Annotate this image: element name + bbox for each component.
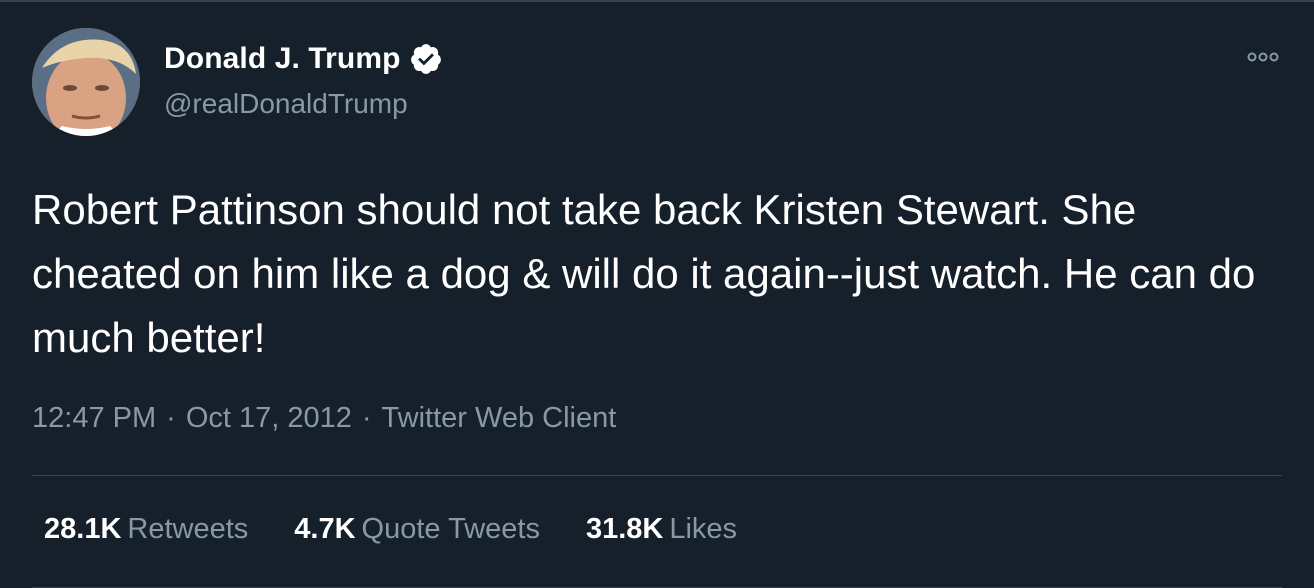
quote-tweets-stat[interactable]: 4.7K Quote Tweets (294, 513, 540, 546)
retweets-label: Retweets (127, 513, 249, 545)
author-handle[interactable]: @realDonaldTrump (164, 88, 408, 120)
meta-separator: · (166, 402, 176, 434)
quote-tweets-label: Quote Tweets (361, 513, 540, 545)
retweets-stat[interactable]: 28.1K Retweets (44, 513, 248, 546)
divider (32, 475, 1282, 476)
likes-label: Likes (669, 513, 738, 545)
tweet-date[interactable]: Oct 17, 2012 (186, 402, 352, 435)
tweet-card: Donald J. Trump @realDonaldTrump Robert … (0, 0, 1314, 588)
profile-photo-icon (32, 28, 140, 136)
tweet-stats: 28.1K Retweets 4.7K Quote Tweets 31.8K Like… (44, 513, 737, 546)
author-name-row: Donald J. Trump (164, 42, 443, 76)
display-name[interactable]: Donald J. Trump (164, 42, 401, 76)
quote-tweets-count: 4.7K (294, 513, 356, 545)
likes-stat[interactable]: 31.8K Likes (586, 513, 737, 546)
meta-separator: · (361, 402, 372, 434)
tweet-time[interactable]: 12:47 PM (32, 402, 156, 435)
retweets-count: 28.1K (44, 513, 122, 545)
more-options-icon[interactable] (1246, 50, 1280, 64)
avatar[interactable] (32, 28, 140, 136)
verified-badge-icon (409, 42, 443, 76)
tweet-text: Robert Pattinson should not take back Kr… (32, 186, 1256, 361)
likes-count: 31.8K (585, 513, 664, 545)
tweet-source[interactable]: Twitter Web Client (382, 402, 617, 435)
tweet-meta: 12:47 PM · Oct 17, 2012 · Twitter Web Cl… (32, 402, 616, 435)
